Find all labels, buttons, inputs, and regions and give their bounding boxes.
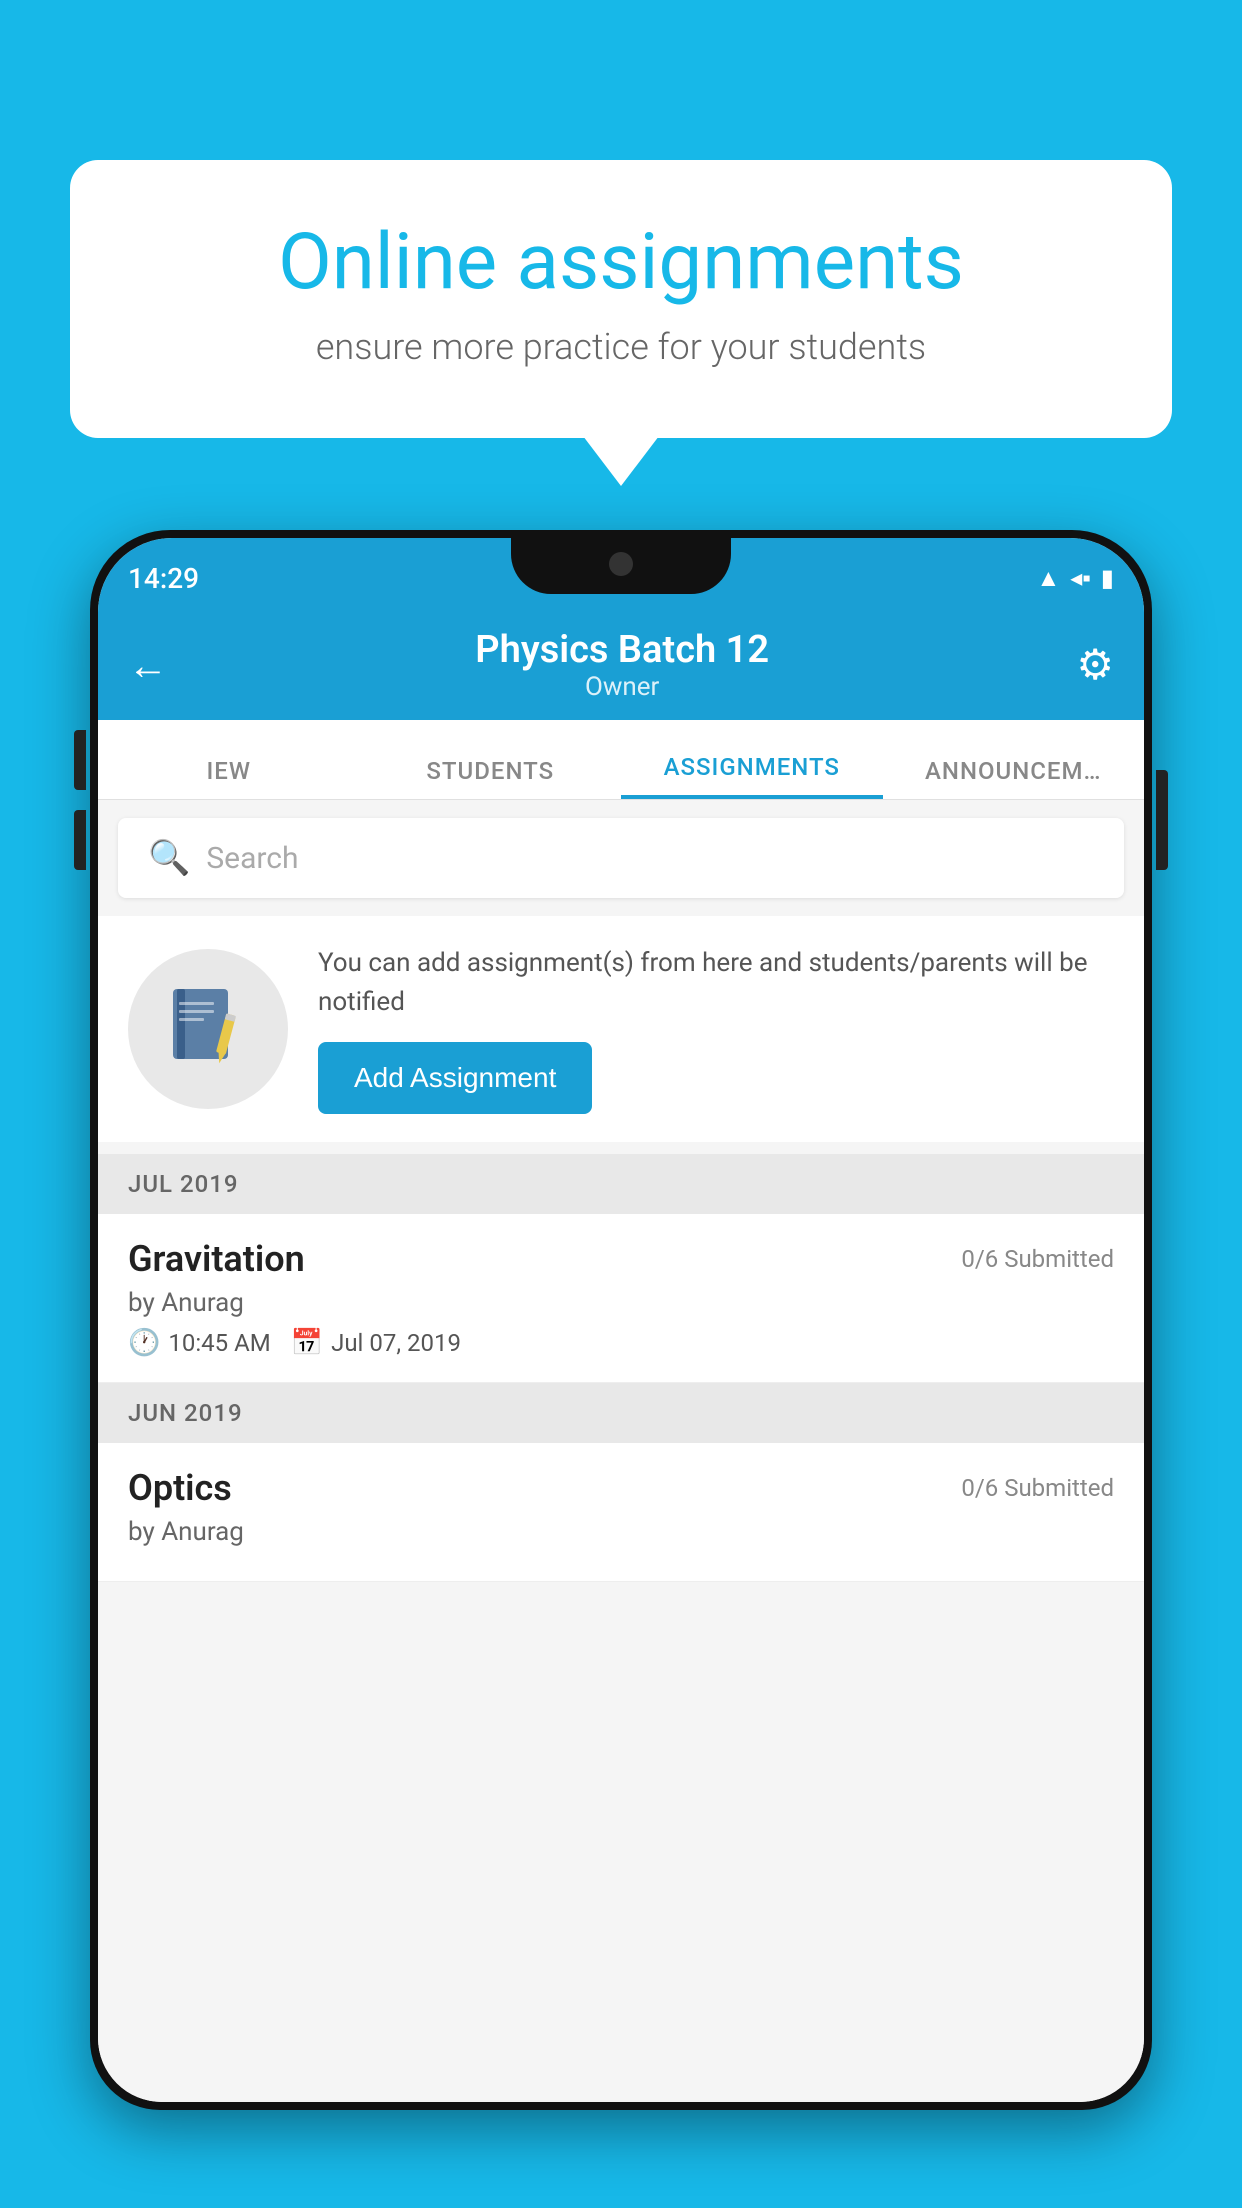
search-bar[interactable]: 🔍 Search bbox=[118, 818, 1124, 898]
assignment-item-gravitation[interactable]: Gravitation 0/6 Submitted by Anurag 🕐 10… bbox=[98, 1214, 1144, 1383]
app-bar-subtitle: Owner bbox=[475, 672, 769, 702]
section-header-jun2019: JUN 2019 bbox=[98, 1383, 1144, 1443]
app-bar-title: Physics Batch 12 bbox=[475, 628, 769, 672]
app-bar: ← Physics Batch 12 Owner ⚙ bbox=[98, 610, 1144, 720]
status-time: 14:29 bbox=[128, 562, 199, 595]
speech-bubble: Online assignments ensure more practice … bbox=[70, 160, 1172, 438]
add-assignment-button[interactable]: Add Assignment bbox=[318, 1042, 592, 1114]
assignment-name-gravitation: Gravitation bbox=[128, 1238, 305, 1280]
tab-students[interactable]: STUDENTS bbox=[360, 757, 622, 799]
promo-text: You can add assignment(s) from here and … bbox=[318, 944, 1114, 1022]
assignment-name-optics: Optics bbox=[128, 1467, 232, 1509]
assignment-top-optics: Optics 0/6 Submitted bbox=[128, 1467, 1114, 1509]
phone-mockup: 14:29 ▲ ◂▪ ▮ ← Physics Batch 12 Owner ⚙ bbox=[90, 530, 1152, 2208]
speech-bubble-title: Online assignments bbox=[140, 220, 1102, 306]
tabs-container: IEW STUDENTS ASSIGNMENTS ANNOUNCEM… bbox=[98, 720, 1144, 800]
volume-down-button[interactable] bbox=[74, 810, 86, 870]
notebook-icon bbox=[163, 984, 253, 1074]
tab-assignments[interactable]: ASSIGNMENTS bbox=[621, 753, 883, 799]
assignment-by-optics: by Anurag bbox=[128, 1517, 1114, 1547]
phone-notch bbox=[511, 538, 731, 594]
content-area: 🔍 Search bbox=[98, 800, 1144, 2102]
search-placeholder: Search bbox=[206, 841, 298, 876]
speech-bubble-container: Online assignments ensure more practice … bbox=[70, 160, 1172, 438]
assignment-date: Jul 07, 2019 bbox=[331, 1329, 461, 1357]
promo-icon-circle bbox=[128, 949, 288, 1109]
status-icons: ▲ ◂▪ ▮ bbox=[1036, 564, 1114, 593]
assignment-submitted-gravitation: 0/6 Submitted bbox=[961, 1245, 1114, 1273]
calendar-icon: 📅 bbox=[291, 1328, 323, 1358]
battery-icon: ▮ bbox=[1101, 564, 1114, 592]
assignment-date-item: 📅 Jul 07, 2019 bbox=[291, 1328, 461, 1358]
section-header-jul2019: JUL 2019 bbox=[98, 1154, 1144, 1214]
volume-up-button[interactable] bbox=[74, 730, 86, 790]
clock-icon: 🕐 bbox=[128, 1328, 160, 1358]
promo-card: You can add assignment(s) from here and … bbox=[98, 916, 1144, 1142]
assignment-top: Gravitation 0/6 Submitted bbox=[128, 1238, 1114, 1280]
settings-icon[interactable]: ⚙ bbox=[1076, 640, 1114, 690]
assignment-time-item: 🕐 10:45 AM bbox=[128, 1328, 271, 1358]
assignment-by-gravitation: by Anurag bbox=[128, 1288, 1114, 1318]
assignment-item-optics[interactable]: Optics 0/6 Submitted by Anurag bbox=[98, 1443, 1144, 1582]
speech-bubble-subtitle: ensure more practice for your students bbox=[140, 326, 1102, 368]
back-button[interactable]: ← bbox=[128, 642, 168, 689]
app-bar-title-block: Physics Batch 12 Owner bbox=[475, 628, 769, 702]
wifi-icon: ▲ bbox=[1036, 564, 1060, 593]
tab-iew[interactable]: IEW bbox=[98, 757, 360, 799]
tab-announcements[interactable]: ANNOUNCEM… bbox=[883, 757, 1145, 799]
assignment-submitted-optics: 0/6 Submitted bbox=[961, 1474, 1114, 1502]
promo-right: You can add assignment(s) from here and … bbox=[318, 944, 1114, 1114]
assignment-meta-gravitation: 🕐 10:45 AM 📅 Jul 07, 2019 bbox=[128, 1328, 1114, 1358]
front-camera bbox=[609, 552, 633, 576]
power-button[interactable] bbox=[1156, 770, 1168, 870]
assignment-time: 10:45 AM bbox=[168, 1329, 270, 1357]
search-icon: 🔍 bbox=[148, 838, 190, 878]
signal-icon: ◂▪ bbox=[1070, 564, 1091, 593]
